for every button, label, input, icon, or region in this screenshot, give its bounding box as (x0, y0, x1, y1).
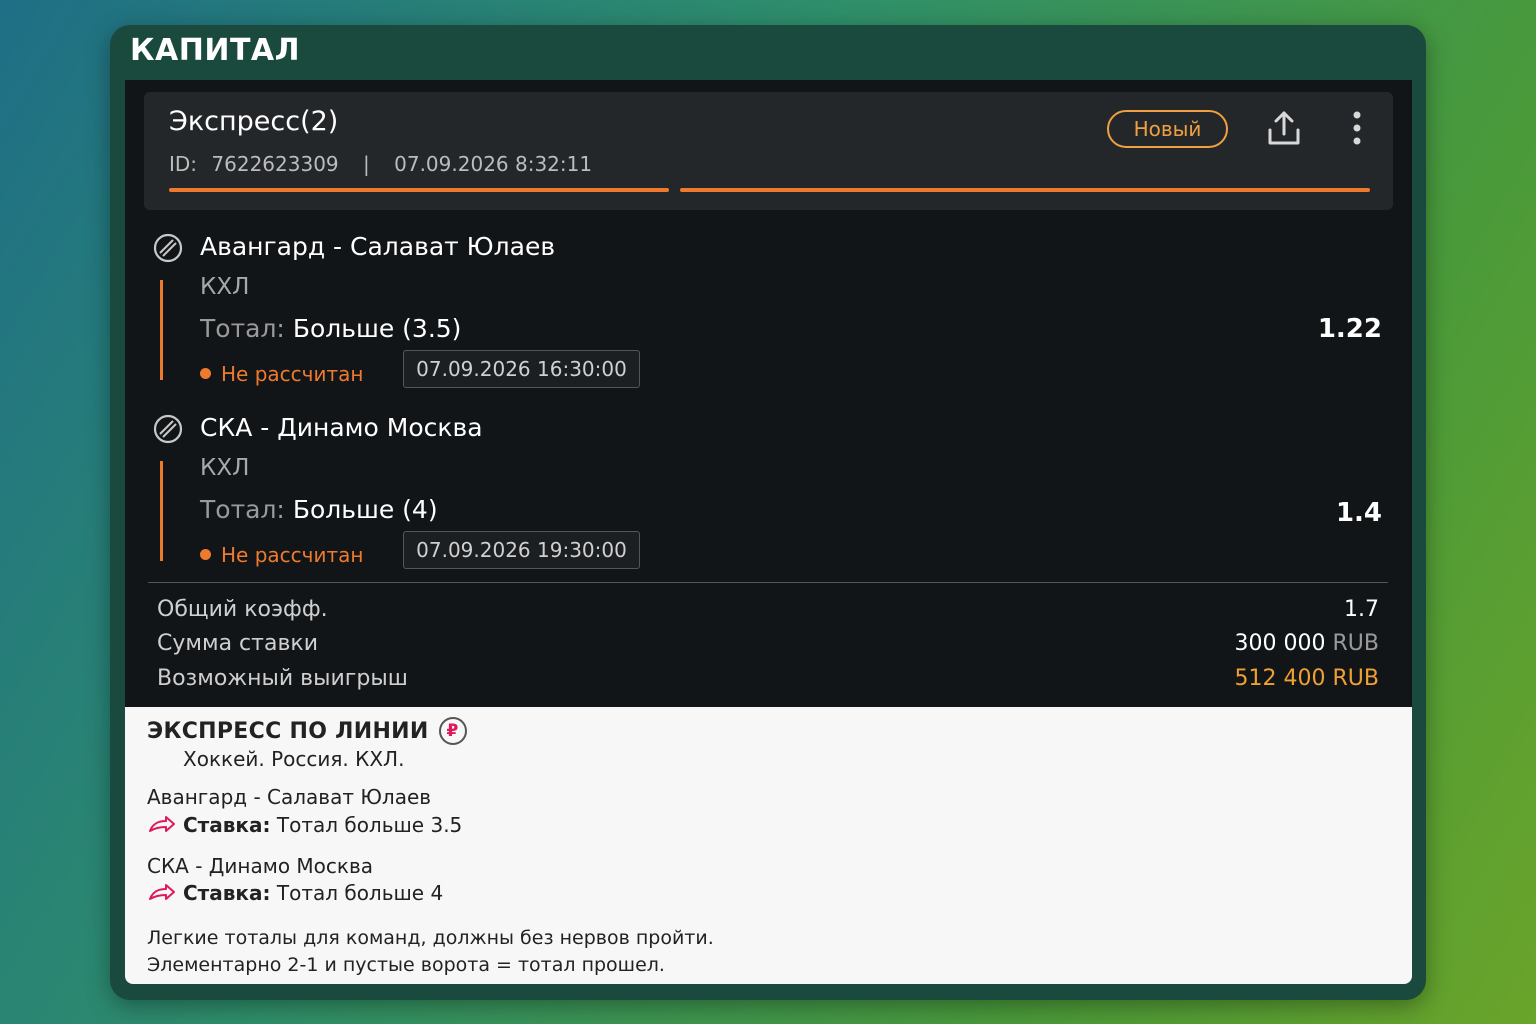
total-odd-value: 1.7 (1344, 597, 1379, 622)
note-title: ЭКСПРЕСС ПО ЛИНИИ ₽ (147, 717, 467, 745)
event-status: Не рассчитан (200, 362, 363, 386)
event-league: КХЛ (200, 455, 250, 481)
ruble-icon: ₽ (438, 717, 467, 745)
pick-bet-text: Тотал больше 4 (276, 881, 444, 905)
pick-match: СКА - Динамо Москва (147, 854, 374, 878)
win-value: 512 400 RUB (1234, 666, 1379, 691)
tipster-note: ЭКСПРЕСС ПО ЛИНИИ ₽ Хоккей. Россия. КХЛ.… (125, 707, 1412, 984)
stake-value: 300 000 (1234, 631, 1326, 656)
pick-bet: Ставка: Тотал больше 3.5 (147, 813, 462, 837)
pick-bet-text: Тотал больше 3.5 (276, 813, 463, 837)
pick-bet: Ставка: Тотал больше 4 (147, 881, 443, 905)
share-icon[interactable] (1264, 108, 1304, 148)
event-league: КХЛ (200, 274, 250, 300)
event-row[interactable]: Авангард - Салават Юлаев КХЛ Тотал: Боль… (125, 232, 1412, 412)
stake-amount: 300 000 RUB (1235, 631, 1379, 656)
win-row: Возможный выигрыш 512 400 RUB (157, 666, 1379, 691)
event-accent-bar (160, 461, 163, 561)
note-title-text: ЭКСПРЕСС ПО ЛИНИИ (147, 718, 429, 744)
pick-match: Авангард - Салават Юлаев (147, 785, 432, 809)
event-status: Не рассчитан (200, 543, 363, 567)
stake-currency: RUB (1332, 631, 1379, 656)
meta-separator: | (363, 152, 370, 176)
event-bet: Тотал: Больше (3.5) (200, 314, 461, 343)
more-vertical-icon[interactable] (1342, 108, 1372, 148)
note-comment-line-2: Элементарно 2-1 и пустые ворота = тотал … (147, 954, 665, 976)
status-text: Не рассчитан (221, 543, 364, 567)
ticket-meta: ID: 7622623309 | 07.09.2026 8:32:11 (169, 152, 592, 176)
progress-segment-2 (680, 188, 1370, 192)
note-subtitle: Хоккей. Россия. КХЛ. (183, 747, 405, 771)
hockey-puck-icon (153, 233, 183, 263)
status-badge: Новый (1107, 110, 1228, 148)
forward-arrow-icon (149, 883, 175, 900)
event-name: СКА - Динамо Москва (200, 413, 483, 442)
total-odd-row: Общий коэфф. 1.7 (157, 597, 1379, 622)
bet-value: Больше (3.5) (292, 314, 462, 343)
hockey-puck-icon (153, 414, 183, 444)
stake-label: Сумма ставки (157, 631, 318, 656)
summary-divider (148, 582, 1388, 583)
event-name: Авангард - Салават Юлаев (200, 232, 556, 261)
progress-segment-1 (169, 188, 669, 192)
pick-bet-label: Ставка: (183, 813, 271, 837)
event-odd: 1.22 (1317, 314, 1382, 344)
event-odd: 1.4 (1335, 498, 1382, 528)
event-row[interactable]: СКА - Динамо Москва КХЛ Тотал: Больше (4… (125, 413, 1412, 593)
total-odd-label: Общий коэфф. (157, 597, 328, 622)
ticket-title: Экспресс(2) (169, 106, 339, 137)
status-dot-icon (200, 549, 211, 560)
ticket-header: Экспресс(2) ID: 7622623309 | 07.09.2026 … (144, 92, 1393, 210)
win-label: Возможный выигрыш (157, 666, 408, 691)
status-text: Не рассчитан (221, 362, 364, 386)
bet-value: Больше (4) (292, 495, 438, 524)
bet-label: Тотал: (200, 314, 285, 343)
status-dot-icon (200, 368, 211, 379)
event-start-time: 07.09.2026 16:30:00 (403, 350, 640, 388)
app-frame: КАПИТАЛ Экспресс(2) ID: 7622623309 | 07.… (110, 25, 1426, 1000)
note-comment-line-1: Легкие тоталы для команд, должны без нер… (147, 927, 714, 949)
ticket-id-label: ID: (169, 152, 198, 176)
bet-label: Тотал: (200, 495, 285, 524)
event-accent-bar (160, 280, 163, 380)
brand-title: КАПИТАЛ (130, 33, 301, 68)
stake-row: Сумма ставки 300 000 RUB (157, 631, 1379, 656)
bet-ticket-panel: Экспресс(2) ID: 7622623309 | 07.09.2026 … (125, 80, 1412, 710)
pick-bet-label: Ставка: (183, 881, 271, 905)
forward-arrow-icon (149, 815, 175, 832)
event-bet: Тотал: Больше (4) (200, 495, 438, 524)
ticket-datetime: 07.09.2026 8:32:11 (394, 152, 593, 176)
event-start-time: 07.09.2026 19:30:00 (403, 531, 640, 569)
ticket-id-value: 7622623309 (211, 152, 339, 176)
